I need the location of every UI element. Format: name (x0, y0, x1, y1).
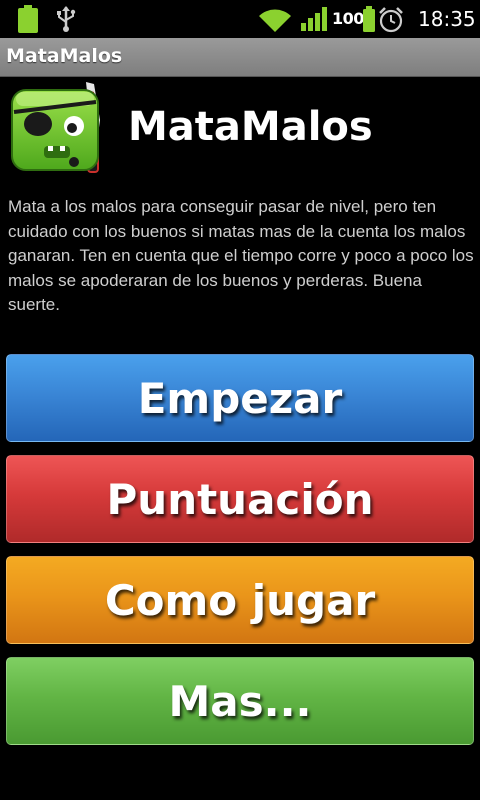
alarm-icon (379, 7, 403, 33)
title-bar: MataMalos (0, 38, 480, 77)
battery-icon (363, 6, 375, 32)
wifi-icon (259, 9, 291, 32)
pirate-monster-logo-icon (11, 82, 100, 173)
window-title: MataMalos (6, 45, 123, 67)
more-button[interactable]: Mas... (6, 657, 474, 745)
start-button[interactable]: Empezar (6, 354, 474, 442)
clock: 18:35 (418, 7, 476, 31)
scores-button[interactable]: Puntuación (6, 455, 474, 543)
signal-icon (301, 7, 327, 31)
battery-percent: 100 (332, 9, 364, 28)
battery-icon (18, 5, 38, 33)
status-bar: 100 18:35 (0, 0, 480, 38)
usb-icon (57, 6, 76, 32)
game-description: Mata a los malos para conseguir pasar de… (8, 197, 474, 314)
how-to-play-button[interactable]: Como jugar (6, 556, 474, 644)
app-name-heading: MataMalos (128, 104, 373, 150)
